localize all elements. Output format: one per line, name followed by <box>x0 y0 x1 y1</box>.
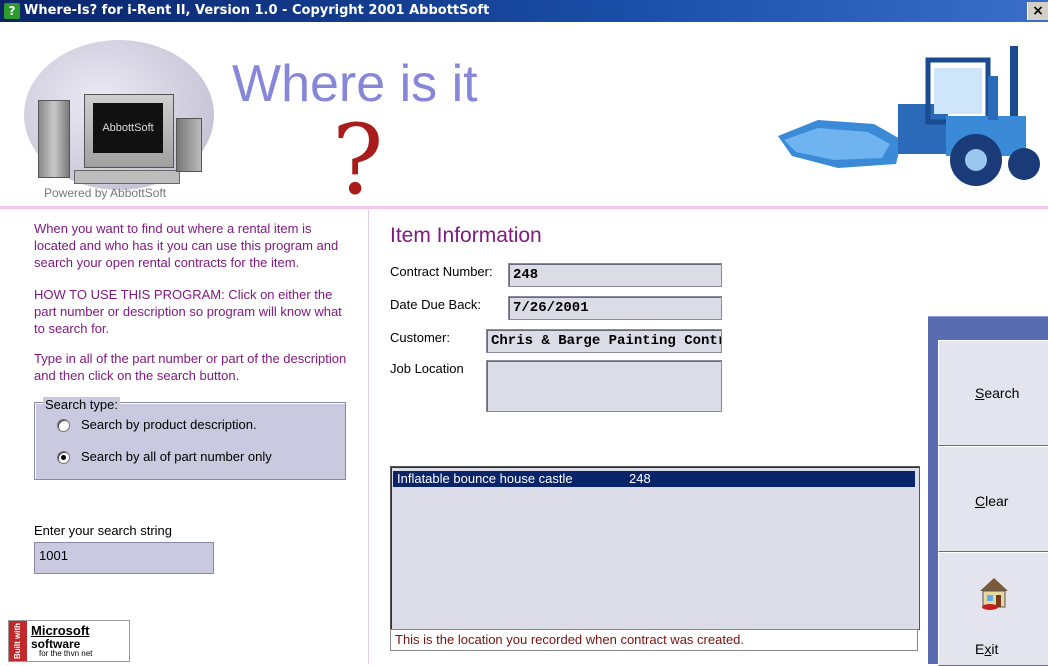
result-description: Inflatable bounce house castle <box>397 471 573 486</box>
header-divider <box>0 206 1048 209</box>
intro-text: When you want to find out where a rental… <box>34 221 339 270</box>
monitor-icon: AbbottSoft <box>84 94 174 168</box>
contract-number-label: Contract Number: <box>390 264 493 279</box>
item-information-heading: Item Information <box>390 224 542 247</box>
result-contract: 248 <box>629 471 651 486</box>
loader-machine-icon <box>778 40 1042 200</box>
tower-icon <box>38 100 70 178</box>
app-help-icon: ? <box>4 3 20 19</box>
badge-tagline: for the thvn net <box>39 649 93 658</box>
built-with-label: Built with <box>9 621 27 661</box>
customer-field[interactable]: Chris & Barge Painting Contrac <box>486 329 722 353</box>
computer-logo-icon: AbbottSoft Powered by AbbottSoft <box>18 40 218 200</box>
keyboard-icon <box>74 170 180 184</box>
results-list[interactable]: Inflatable bounce house castle 248 <box>390 466 920 630</box>
radio-label: Search by product description. <box>81 417 257 432</box>
radio-search-description[interactable]: Search by product description. <box>57 415 337 435</box>
job-location-label: Job Location <box>390 361 464 376</box>
question-mark-graphic: ? <box>332 104 384 216</box>
speaker-icon <box>176 118 202 172</box>
clear-accesskey: C <box>975 493 986 509</box>
how-to-text: HOW TO USE THIS PROGRAM: Click on either… <box>34 287 342 336</box>
radio-icon[interactable] <box>57 419 70 432</box>
radio-icon[interactable] <box>57 451 70 464</box>
date-due-label: Date Due Back: <box>390 297 482 312</box>
logo-screen-text: AbbottSoft <box>93 103 163 153</box>
search-button[interactable]: Search <box>938 340 1048 446</box>
radio-label: Search by all of part number only <box>81 449 272 464</box>
clear-button[interactable]: Clear <box>938 446 1048 552</box>
status-text: This is the location you recorded when c… <box>390 629 918 651</box>
window-title: Where-Is? for i-Rent II, Version 1.0 - C… <box>24 3 490 18</box>
search-string-label: Enter your search string <box>34 523 173 538</box>
date-due-field[interactable]: 7/26/2001 <box>508 296 722 320</box>
list-item[interactable]: Inflatable bounce house castle 248 <box>393 471 915 487</box>
close-button[interactable]: × <box>1027 2 1048 20</box>
customer-label: Customer: <box>390 330 450 345</box>
search-input[interactable]: 1001 <box>34 542 214 574</box>
type-in-text: Type in all of the part number or part o… <box>34 351 347 383</box>
contract-number-field[interactable]: 248 <box>508 263 722 287</box>
search-type-group: Search type: Search by product descripti… <box>34 397 346 480</box>
search-type-legend: Search type: <box>43 397 120 412</box>
job-location-field[interactable] <box>486 360 722 412</box>
exit-button[interactable]: Exit <box>938 552 1048 666</box>
title-bar[interactable]: ? Where-Is? for i-Rent II, Version 1.0 -… <box>0 0 1048 22</box>
search-accesskey: S <box>975 385 985 401</box>
button-panel-header <box>928 316 1048 341</box>
built-with-microsoft-badge: Built with Microsoft software for the th… <box>8 620 130 662</box>
powered-by: Powered by AbbottSoft <box>44 186 167 200</box>
radio-search-part-number[interactable]: Search by all of part number only <box>57 447 337 467</box>
panel-divider <box>368 210 369 664</box>
badge-brand: Microsoft <box>31 623 90 638</box>
house-exit-icon <box>980 578 1008 610</box>
